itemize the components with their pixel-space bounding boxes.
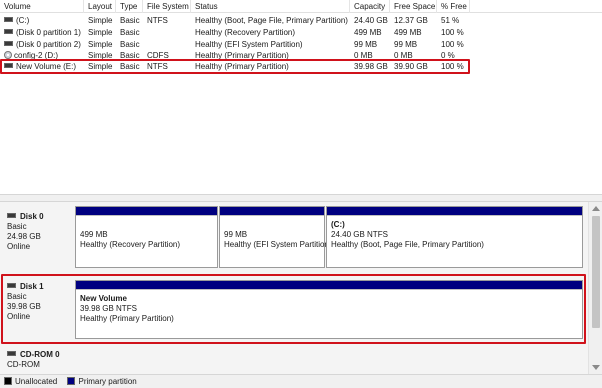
cd-rom-0-info[interactable]: CD-ROM 0 CD-ROM: [0, 346, 72, 374]
volume-capacity: 499 MB: [354, 28, 382, 37]
volume-capacity: 24.40 GB: [354, 16, 388, 25]
volume-type: Basic: [120, 40, 140, 49]
partition-size: 24.40 GB NTFS: [331, 230, 388, 239]
volume-percent-free: 100 %: [441, 28, 464, 37]
legend: Unallocated Primary partition: [0, 374, 602, 388]
unallocated-swatch-icon: [4, 376, 12, 385]
volume-name: (C:): [16, 16, 30, 25]
volume-layout: Simple: [88, 16, 113, 25]
partition-title: (C:): [331, 220, 345, 229]
volume-layout: Simple: [88, 40, 113, 49]
cd-rom-0-type: CD-ROM: [7, 360, 40, 369]
volume-type: Basic: [120, 16, 140, 25]
disk-0-name: Disk 0: [20, 212, 44, 221]
partition-size: 499 MB: [80, 230, 108, 239]
volume-status: Healthy (Recovery Partition): [195, 28, 296, 37]
cd-icon: [4, 50, 12, 59]
volume-free-space: 12.37 GB: [394, 16, 428, 25]
disk-icon: [4, 41, 13, 47]
cd-rom-0-row: CD-ROM 0 CD-ROM: [0, 346, 588, 374]
disk-icon: [7, 213, 16, 219]
column-header-file-system[interactable]: File System: [143, 0, 191, 13]
disk-0-row: Disk 0 Basic 24.98 GB Online 499 MB Heal…: [0, 206, 588, 272]
partition-recovery[interactable]: 499 MB Healthy (Recovery Partition): [75, 206, 218, 268]
volume-percent-free: 51 %: [441, 16, 460, 25]
primary-partition-bar: [220, 207, 324, 216]
table-row-disk0-partition2[interactable]: (Disk 0 partition 2) Simple Basic Health…: [0, 39, 470, 50]
column-header-volume[interactable]: Volume: [0, 0, 84, 13]
partition-c-drive[interactable]: (C:) 24.40 GB NTFS Healthy (Boot, Page F…: [326, 206, 583, 268]
disk-icon: [7, 351, 16, 357]
cd-rom-0-name: CD-ROM 0: [20, 350, 60, 359]
table-row-disk0-partition1[interactable]: (Disk 0 partition 1) Simple Basic Health…: [0, 27, 470, 38]
disk-icon: [4, 29, 13, 35]
scroll-down-arrow-icon[interactable]: [592, 365, 600, 370]
column-header-type[interactable]: Type: [116, 0, 143, 13]
partition-status: Healthy (Recovery Partition): [80, 240, 181, 249]
volume-file-system: NTFS: [147, 16, 168, 25]
disk-1-row: Disk 1 Basic 39.98 GB Online New Volume …: [0, 274, 588, 344]
legend-item-unallocated: Unallocated: [4, 376, 58, 386]
volume-free-space: 499 MB: [394, 28, 422, 37]
volume-list-header: Volume Layout Type File System Status Ca…: [0, 0, 602, 13]
column-header-percent-free[interactable]: % Free: [437, 0, 470, 13]
disk-graphical-view: Disk 0 Basic 24.98 GB Online 499 MB Heal…: [0, 202, 602, 374]
volume-capacity: 99 MB: [354, 40, 378, 49]
disk-0-size: 24.98 GB: [7, 232, 41, 241]
volume-file-system: [143, 27, 191, 38]
volume-type: Basic: [120, 28, 140, 37]
disk-0-type: Basic: [7, 222, 27, 231]
table-row-c[interactable]: (C:) Simple Basic NTFS Healthy (Boot, Pa…: [0, 15, 470, 26]
scroll-up-arrow-icon[interactable]: [592, 206, 600, 211]
partition-status: Healthy (Boot, Page File, Primary Partit…: [331, 240, 484, 249]
primary-partition-bar: [76, 207, 217, 216]
highlight-box-new-volume-row: [0, 59, 470, 74]
volume-status: Healthy (Boot, Page File, Primary Partit…: [195, 16, 348, 25]
scrollbar-thumb[interactable]: [592, 216, 600, 328]
column-header-capacity[interactable]: Capacity: [350, 0, 390, 13]
volume-layout: Simple: [88, 28, 113, 37]
volume-status: Healthy (EFI System Partition): [195, 40, 303, 49]
volume-percent-free: 100 %: [441, 40, 464, 49]
partition-size: 99 MB: [224, 230, 248, 239]
disk-0-status: Online: [7, 242, 31, 251]
volume-file-system: [143, 39, 191, 50]
partition-efi-system[interactable]: 99 MB Healthy (EFI System Partition): [219, 206, 332, 268]
vertical-scrollbar[interactable]: [588, 202, 602, 374]
volume-free-space: 99 MB: [394, 40, 418, 49]
disk-icon: [4, 17, 13, 23]
legend-item-primary: Primary partition: [67, 376, 137, 386]
volume-name: (Disk 0 partition 2): [16, 40, 81, 49]
column-header-free-space[interactable]: Free Space: [390, 0, 437, 13]
legend-label-unallocated: Unallocated: [15, 377, 58, 386]
volume-list: Volume Layout Type File System Status Ca…: [0, 0, 602, 194]
column-header-layout[interactable]: Layout: [84, 0, 116, 13]
partition-status: Healthy (EFI System Partition): [224, 240, 332, 249]
disk-0-info[interactable]: Disk 0 Basic 24.98 GB Online: [0, 206, 72, 272]
primary-partition-swatch-icon: [67, 376, 76, 385]
column-header-status[interactable]: Status: [191, 0, 350, 13]
volume-name: (Disk 0 partition 1): [16, 28, 81, 37]
primary-partition-bar: [327, 207, 582, 216]
legend-label-primary: Primary partition: [78, 377, 137, 386]
highlight-box-disk-1: [1, 274, 586, 344]
pane-splitter[interactable]: [0, 194, 602, 202]
